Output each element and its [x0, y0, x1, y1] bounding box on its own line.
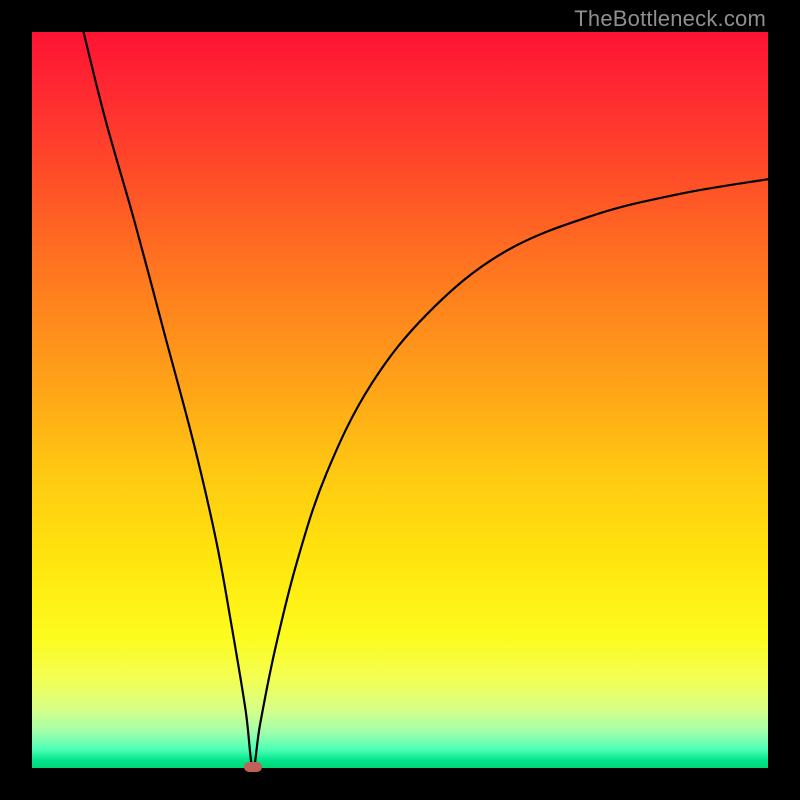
curve-layer	[32, 32, 768, 768]
minimum-marker	[244, 762, 262, 772]
chart-frame: TheBottleneck.com	[0, 0, 800, 800]
watermark-text: TheBottleneck.com	[574, 6, 766, 32]
bottleneck-curve	[84, 32, 768, 768]
plot-area	[32, 32, 768, 768]
